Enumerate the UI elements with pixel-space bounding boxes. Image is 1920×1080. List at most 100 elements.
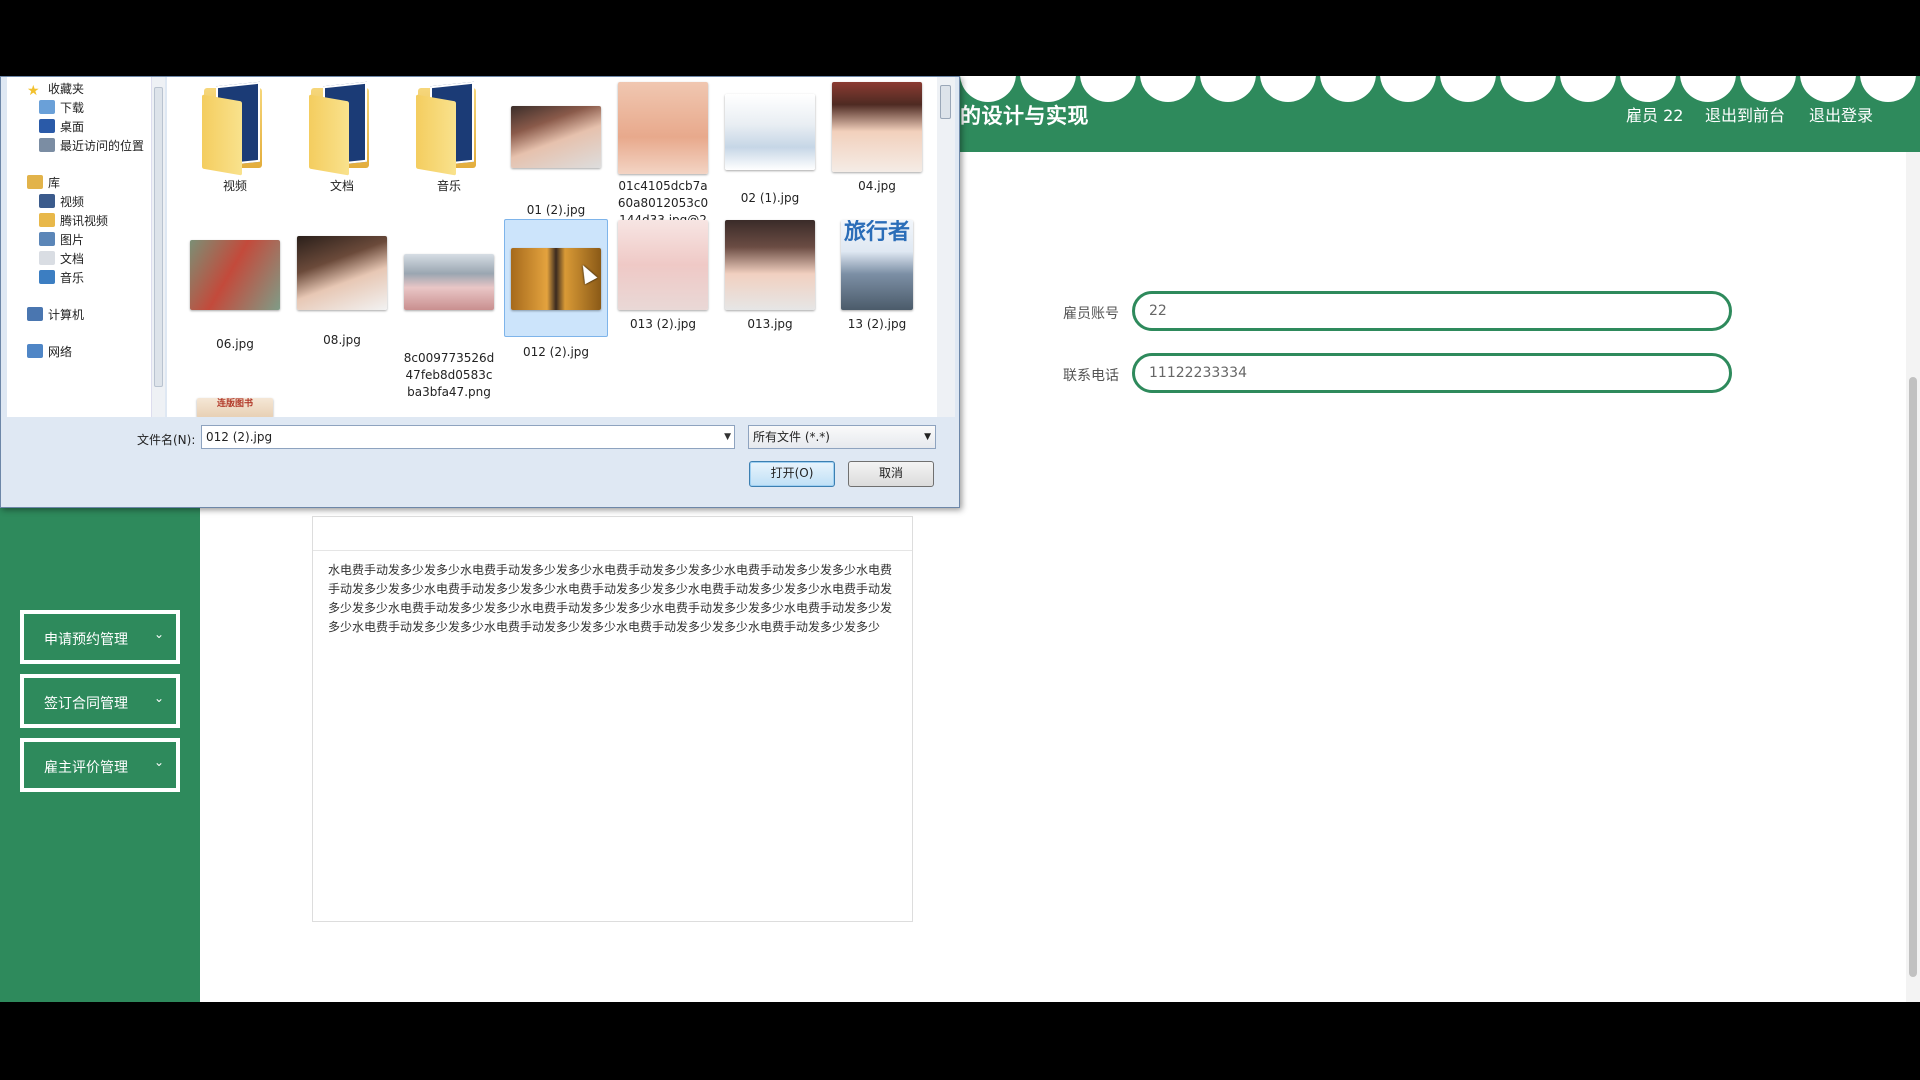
- folder-item[interactable]: 文档: [290, 81, 394, 196]
- account-field[interactable]: 22: [1132, 291, 1732, 331]
- page-scrollbar[interactable]: [1906, 152, 1920, 1002]
- nav-item[interactable]: ★ 收藏夹: [27, 79, 84, 99]
- image-file-item[interactable]: 连版图书: [183, 397, 287, 417]
- nav-item[interactable]: 音乐: [39, 268, 84, 288]
- thumbnail-overlay-text: 连版图书: [216, 399, 253, 409]
- image-file-item[interactable]: 013 (2).jpg: [611, 219, 715, 334]
- scallop-shape: [1620, 76, 1676, 102]
- nav-item[interactable]: 桌面: [39, 117, 84, 137]
- thumbnail-frame: [719, 220, 821, 310]
- nav-scrollbar-thumb[interactable]: [154, 87, 163, 387]
- image-file-item[interactable]: 旅行者 13 (2).jpg: [825, 219, 929, 334]
- file-name: 音乐: [436, 179, 461, 193]
- image-thumbnail: [511, 106, 601, 168]
- scrollbar-thumb[interactable]: [1909, 377, 1917, 977]
- nav-item[interactable]: 最近访问的位置: [39, 136, 144, 156]
- scallop-shape: [1860, 76, 1916, 102]
- dialog-cancel-button[interactable]: 取消: [848, 461, 934, 487]
- thumbnail-frame: [184, 240, 286, 330]
- scallop-shape: [1320, 76, 1376, 102]
- thumbnail-frame: [398, 254, 500, 344]
- nav-scrollbar[interactable]: [151, 77, 165, 417]
- nav-item[interactable]: 图片: [39, 230, 84, 250]
- filename-input[interactable]: 012 (2).jpg ▼: [201, 425, 735, 449]
- back-to-front-link[interactable]: 退出到前台: [1705, 102, 1785, 126]
- image-thumbnail: [725, 94, 815, 170]
- image-file-item[interactable]: 08.jpg: [290, 219, 394, 350]
- screen: 的设计与实现 雇员 22 退出到前台 退出登录 申请预约管理 ⌄ 签订合同管理 …: [0, 0, 1920, 1080]
- nav-item-label: 桌面: [60, 120, 85, 134]
- nav-item-label: 计算机: [48, 308, 85, 322]
- editor-toolbar: [313, 517, 912, 551]
- nav-item-label: 图片: [60, 233, 85, 247]
- documents-library-icon: [39, 251, 55, 265]
- file-type-select[interactable]: 所有文件 (*.*) ▼: [748, 425, 936, 449]
- nav-item[interactable]: 网络: [27, 342, 72, 362]
- image-file-item[interactable]: 06.jpg: [183, 219, 287, 354]
- scallop-shape: [1740, 76, 1796, 102]
- file-open-dialog: ★ 收藏夹 下载 桌面 最近访问的位置库视频 腾讯视频 图片 文档 音乐 计算机 网络 视频 文档 音乐…: [0, 76, 960, 508]
- file-list-pane: 视频 文档 音乐 01 (2).jpg 01c4105dcb7a60a8012053c0…: [167, 77, 937, 417]
- image-thumbnail: [832, 82, 922, 172]
- sidebar-item-review[interactable]: 雇主评价管理 ⌄: [20, 738, 180, 792]
- dropdown-arrow-icon[interactable]: ▼: [724, 426, 731, 448]
- nav-item-label: 音乐: [60, 271, 85, 285]
- thumbnail-frame: 连版图书: [184, 398, 286, 417]
- thumbnail-frame: [719, 94, 821, 184]
- recent-places-icon: [39, 138, 55, 152]
- image-file-item[interactable]: 02 (1).jpg: [718, 81, 822, 208]
- filename-label: 文件名(N):: [137, 433, 196, 447]
- rich-text-editor[interactable]: 水电费手动发多少发多少水电费手动发多少发多少水电费手动发多少发多少水电费手动发多…: [312, 516, 913, 922]
- logout-link[interactable]: 退出登录: [1809, 102, 1873, 126]
- folder-item[interactable]: 音乐: [397, 81, 501, 196]
- file-list-scrollbar[interactable]: [937, 77, 955, 417]
- download-folder-icon: [39, 100, 55, 114]
- nav-item[interactable]: 计算机: [27, 305, 84, 325]
- nav-item-label: 收藏夹: [48, 82, 85, 96]
- chevron-down-icon: ⌄: [153, 755, 164, 769]
- file-name: 013 (2).jpg: [629, 317, 697, 331]
- editor-content[interactable]: 水电费手动发多少发多少水电费手动发多少发多少水电费手动发多少发多少水电费手动发多…: [328, 561, 900, 637]
- scallop-shape: [1140, 76, 1196, 102]
- image-thumbnail: [190, 240, 280, 310]
- image-file-item[interactable]: 04.jpg: [825, 81, 929, 196]
- image-thumbnail: [404, 254, 494, 310]
- site-title: 的设计与实现: [960, 104, 1089, 128]
- scallop-shape: [1020, 76, 1076, 102]
- sidebar-item-appointment[interactable]: 申请预约管理 ⌄: [20, 610, 180, 664]
- thumbnail-frame: [826, 82, 928, 172]
- user-label: 雇员 22: [1626, 106, 1684, 125]
- nav-item-label: 文档: [60, 252, 85, 266]
- file-scrollbar-thumb[interactable]: [940, 85, 951, 119]
- nav-item-label: 最近访问的位置: [60, 139, 145, 153]
- open-button[interactable]: 打开(O): [749, 461, 835, 487]
- image-thumbnail: 旅行者: [841, 220, 913, 310]
- scallop-shape: [1200, 76, 1256, 102]
- scallop-shape: [1260, 76, 1316, 102]
- desktop-icon: [39, 119, 55, 133]
- music-library-icon: [39, 270, 55, 284]
- phone-field[interactable]: 11122233334: [1132, 353, 1732, 393]
- image-file-item[interactable]: 013.jpg: [718, 219, 822, 334]
- network-icon: [27, 344, 43, 358]
- file-name: 012 (2).jpg: [522, 345, 590, 359]
- file-name: 文档: [329, 179, 354, 193]
- nav-item[interactable]: 库: [27, 173, 60, 193]
- nav-item-label: 腾讯视频: [60, 214, 109, 228]
- image-thumbnail: [297, 236, 387, 310]
- thumbnail-frame: [612, 82, 714, 174]
- thumbnail-frame: 旅行者: [826, 220, 928, 310]
- sidebar-item-contract[interactable]: 签订合同管理 ⌄: [20, 674, 180, 728]
- nav-item-label: 库: [48, 176, 61, 190]
- nav-item[interactable]: 视频: [39, 192, 84, 212]
- nav-item[interactable]: 文档: [39, 249, 84, 269]
- nav-item-label: 下载: [60, 101, 85, 115]
- scallop-shape: [1440, 76, 1496, 102]
- file-name: 01 (2).jpg: [526, 203, 586, 217]
- image-file-item[interactable]: 01 (2).jpg: [504, 81, 608, 220]
- folder-item[interactable]: 视频: [183, 81, 287, 196]
- file-name: 02 (1).jpg: [740, 191, 800, 205]
- nav-item[interactable]: 下载: [39, 98, 84, 118]
- nav-item[interactable]: 腾讯视频: [39, 211, 108, 231]
- image-file-item[interactable]: 8c009773526d47feb8d0583cba3bfa47.png: [397, 219, 501, 402]
